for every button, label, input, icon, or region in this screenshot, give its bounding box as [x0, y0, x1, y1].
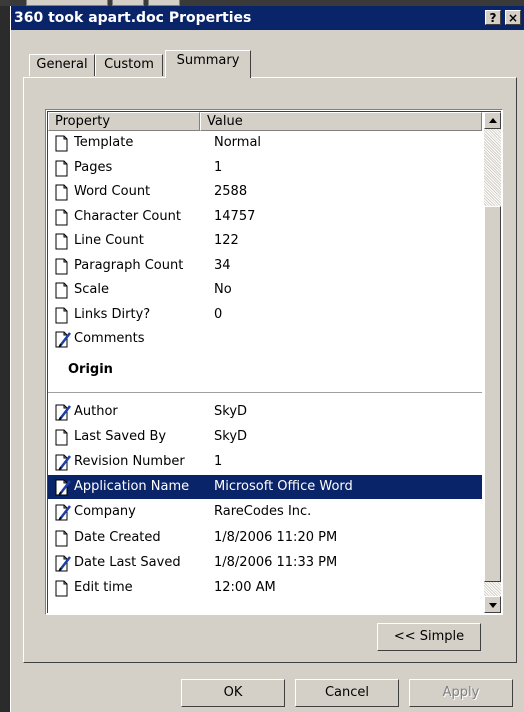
property-name: Word Count — [74, 184, 151, 199]
arrow-down-icon — [489, 603, 497, 608]
property-row[interactable]: Edit time 12:00 AM — [48, 576, 482, 600]
property-value: SkyD — [214, 428, 248, 444]
document-icon — [54, 282, 72, 299]
property-row[interactable]: Links Dirty? 0 — [48, 303, 482, 327]
property-value: 34 — [214, 257, 231, 273]
property-row[interactable]: Scale No — [48, 278, 482, 302]
document-icon — [54, 580, 72, 597]
property-row[interactable]: Date Last Saved 1/8/2006 11:33 PM — [48, 551, 482, 575]
editable-document-icon — [54, 331, 72, 348]
group-divider — [48, 391, 482, 393]
editable-document-icon — [54, 504, 72, 521]
title-bar[interactable]: 360 took apart.doc Properties ? × — [11, 6, 524, 30]
property-row[interactable]: Author SkyD — [48, 400, 482, 424]
document-icon — [54, 530, 72, 547]
properties-list[interactable]: Property Value Template Normal Pages 1 Word … — [45, 109, 503, 615]
property-value: 14757 — [214, 208, 256, 224]
document-icon — [54, 209, 72, 226]
group-header-origin: Origin — [68, 361, 113, 377]
property-value: No — [214, 282, 232, 297]
property-value: 12:00 AM — [214, 579, 276, 595]
property-row[interactable]: Application Name Microsoft Office Word — [48, 475, 482, 500]
property-name: Application Name — [74, 479, 190, 495]
property-row[interactable]: Date Created 1/8/2006 11:20 PM — [48, 526, 482, 550]
property-value: 122 — [214, 233, 239, 248]
property-name: Date Last Saved — [74, 554, 181, 570]
document-icon — [54, 135, 72, 152]
column-header-value[interactable]: Value — [200, 112, 482, 131]
property-row[interactable]: Revision Number 1 — [48, 450, 482, 474]
property-name: Author — [74, 403, 118, 419]
property-value: SkyD — [214, 403, 248, 419]
property-value: Normal — [214, 135, 262, 150]
document-icon — [54, 258, 72, 275]
property-value: 1 — [214, 453, 223, 469]
editable-document-icon — [54, 555, 72, 572]
editable-document-icon — [54, 479, 72, 496]
property-row[interactable]: Company RareCodes Inc. — [48, 500, 482, 524]
ok-button[interactable]: OK — [181, 679, 285, 707]
editable-document-icon — [54, 454, 72, 471]
property-row[interactable]: Paragraph Count 34 — [48, 254, 482, 278]
property-name: Company — [74, 504, 136, 520]
property-row[interactable]: Last Saved By SkyD — [48, 425, 482, 449]
vertical-scrollbar[interactable] — [484, 112, 501, 613]
document-icon — [54, 184, 72, 201]
property-value: 1/8/2006 11:20 PM — [214, 529, 338, 545]
property-name: Line Count — [74, 233, 144, 248]
tab-summary[interactable]: Summary — [165, 50, 251, 78]
property-value: Microsoft Office Word — [214, 479, 353, 495]
simple-button[interactable]: << Simple — [377, 623, 481, 651]
property-name: Paragraph Count — [74, 257, 184, 273]
property-value: 1 — [214, 159, 223, 175]
property-name: Comments — [74, 331, 145, 346]
property-value: 0 — [214, 306, 223, 322]
property-name: Edit time — [74, 579, 133, 595]
property-row[interactable]: Template Normal — [48, 131, 482, 155]
cancel-button[interactable]: Cancel — [295, 679, 399, 707]
property-value: 2588 — [214, 184, 248, 199]
arrow-up-icon — [489, 118, 497, 123]
tab-strip: General Custom Summary — [11, 50, 524, 78]
document-icon — [54, 160, 72, 177]
scroll-down-button[interactable] — [484, 596, 501, 613]
scroll-up-button[interactable] — [484, 112, 501, 129]
property-row[interactable]: Pages 1 — [48, 156, 482, 180]
property-name: Revision Number — [74, 453, 185, 469]
document-icon — [54, 233, 72, 250]
property-row[interactable]: Character Count 14757 — [48, 205, 482, 229]
editable-document-icon — [54, 404, 72, 421]
property-name: Character Count — [74, 208, 181, 224]
property-value: 1/8/2006 11:33 PM — [214, 554, 338, 570]
tab-general[interactable]: General — [29, 54, 95, 76]
scrollbar-thumb[interactable] — [484, 206, 501, 582]
property-row[interactable]: Comments — [48, 327, 482, 351]
property-row[interactable]: Line Count 122 — [48, 229, 482, 253]
property-value: RareCodes Inc. — [214, 504, 312, 520]
property-name: Date Created — [74, 529, 161, 545]
property-name: Scale — [74, 282, 109, 297]
property-row[interactable]: Word Count 2588 — [48, 180, 482, 204]
apply-button[interactable]: Apply — [409, 679, 513, 707]
column-header-property[interactable]: Property — [48, 112, 200, 131]
property-name: Pages — [74, 159, 113, 175]
properties-dialog: 360 took apart.doc Properties ? × Genera… — [10, 6, 524, 712]
help-button[interactable]: ? — [485, 10, 501, 25]
document-icon — [54, 307, 72, 324]
property-name: Last Saved By — [74, 428, 167, 444]
window-title: 360 took apart.doc Properties — [14, 10, 252, 26]
tab-custom[interactable]: Custom — [95, 54, 163, 76]
property-name: Template — [74, 135, 134, 150]
document-icon — [54, 429, 72, 446]
close-button[interactable]: × — [505, 10, 521, 25]
property-name: Links Dirty? — [74, 306, 151, 322]
